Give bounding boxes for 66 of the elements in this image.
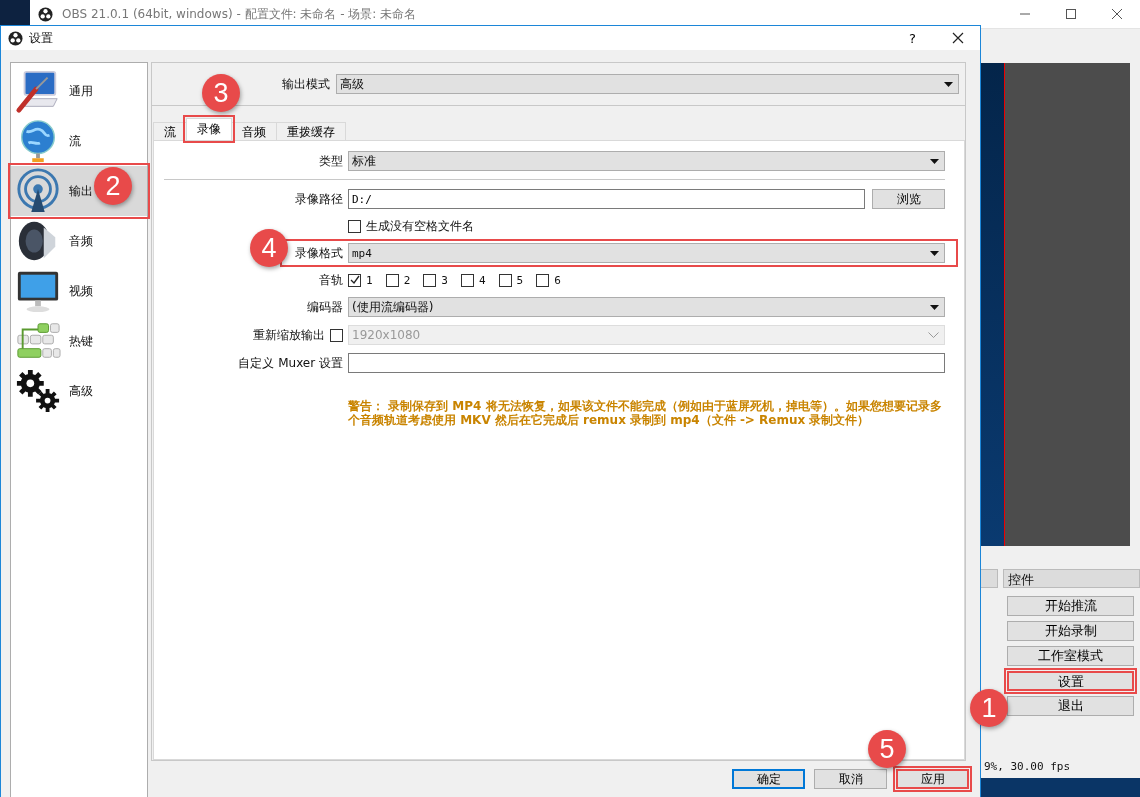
sidebar-item[interactable]: 通用 — [11, 66, 147, 116]
dock-title: 控件 — [1003, 569, 1140, 588]
checkbox[interactable] — [536, 273, 550, 287]
dialog-button[interactable]: 取消 — [814, 769, 887, 789]
help-button[interactable]: ? — [905, 30, 920, 46]
field-label: 类型 — [319, 152, 343, 170]
path-input[interactable]: D:/ — [348, 189, 865, 209]
close-icon[interactable] — [1111, 8, 1123, 20]
checkbox[interactable] — [348, 219, 361, 233]
tab[interactable]: 音频 — [231, 122, 277, 140]
format-dropdown[interactable]: mp4 — [348, 243, 945, 263]
sidebar-item[interactable]: 流 — [11, 116, 147, 166]
tab[interactable]: 重拨缓存 — [276, 122, 346, 140]
field-label: 重新缩放输出 — [253, 326, 325, 344]
field-label: 输出模式 — [282, 75, 330, 93]
checkbox-label: 5 — [516, 273, 524, 287]
warning-text: 警告： 录制保存到 MP4 将无法恢复，如果该文件不能完成（例如由于蓝屏死机，掉电等）。如果您想要记录多个音频轨道考虑使用 MKV 然后在它完成后 remux 录制到 mp4（文件 -> Remux 录制文件） — [348, 399, 943, 427]
sidebar-item[interactable]: 视频 — [11, 266, 147, 316]
type-dropdown[interactable]: 标准 — [348, 151, 945, 171]
tab[interactable]: 录像 — [186, 118, 232, 140]
field-label: 录像格式 — [295, 244, 343, 262]
chevron-down-icon — [928, 332, 939, 338]
dock-button[interactable]: 开始录制 — [1007, 621, 1134, 641]
encoder-dropdown[interactable]: (使用流编码器) — [348, 297, 945, 317]
close-icon[interactable] — [952, 32, 964, 44]
dialog-button[interactable]: 应用 — [896, 769, 969, 789]
checkbox-label: 3 — [441, 273, 448, 287]
tab[interactable]: 流 — [153, 122, 187, 140]
dock-button[interactable]: 退出 — [1007, 696, 1134, 716]
checkbox-label: 生成没有空格文件名 — [366, 217, 474, 235]
dropdown-arrow-icon — [930, 158, 939, 164]
dropdown-arrow-icon — [944, 81, 953, 87]
checkbox-label: 4 — [478, 273, 486, 287]
checkbox[interactable] — [460, 273, 474, 287]
app-logo-icon — [8, 30, 23, 46]
sidebar-item[interactable]: 音频 — [11, 216, 147, 266]
gears-icon — [15, 368, 61, 414]
maximize-icon[interactable] — [1065, 8, 1077, 20]
field-label: 自定义 Muxer 设置 — [238, 354, 343, 372]
checkbox[interactable] — [498, 273, 512, 287]
muxer-settings-input[interactable] — [348, 353, 945, 373]
dropdown-arrow-icon — [930, 250, 939, 256]
broadcast-antenna-icon — [15, 168, 61, 214]
field-label: 录像路径 — [295, 190, 343, 208]
output-mode-dropdown[interactable]: 高级 — [336, 74, 959, 94]
dropdown-arrow-icon — [930, 304, 939, 310]
window-title: OBS 21.0.1 (64bit, windows) - 配置文件: 未命名 - 场景: 未命名 — [62, 5, 417, 23]
dialog-button[interactable]: 确定 — [732, 769, 805, 789]
field-label: 音轨 — [319, 271, 343, 289]
monitor-screwdriver-icon — [15, 68, 61, 114]
checkbox[interactable] — [348, 273, 361, 287]
dock-button[interactable]: 开始推流 — [1007, 596, 1134, 616]
dock-button[interactable]: 工作室模式 — [1007, 646, 1134, 666]
app-logo-icon — [38, 6, 53, 22]
checkbox[interactable] — [385, 273, 399, 287]
sidebar-item[interactable]: 高级 — [11, 366, 147, 416]
checkbox-label: 1 — [366, 273, 373, 287]
checkbox-label: 6 — [554, 273, 561, 287]
browse-button[interactable]: 浏览 — [872, 189, 945, 209]
status-stats: 9%, 30.00 fps — [984, 759, 1071, 773]
dialog-title: 设置 — [29, 29, 53, 47]
dock-button[interactable]: 设置 — [1007, 671, 1134, 691]
sidebar-item[interactable]: 热键 — [11, 316, 147, 366]
field-label: 编码器 — [307, 298, 343, 316]
checkbox-label: 2 — [403, 273, 411, 287]
checkbox[interactable] — [423, 273, 437, 287]
